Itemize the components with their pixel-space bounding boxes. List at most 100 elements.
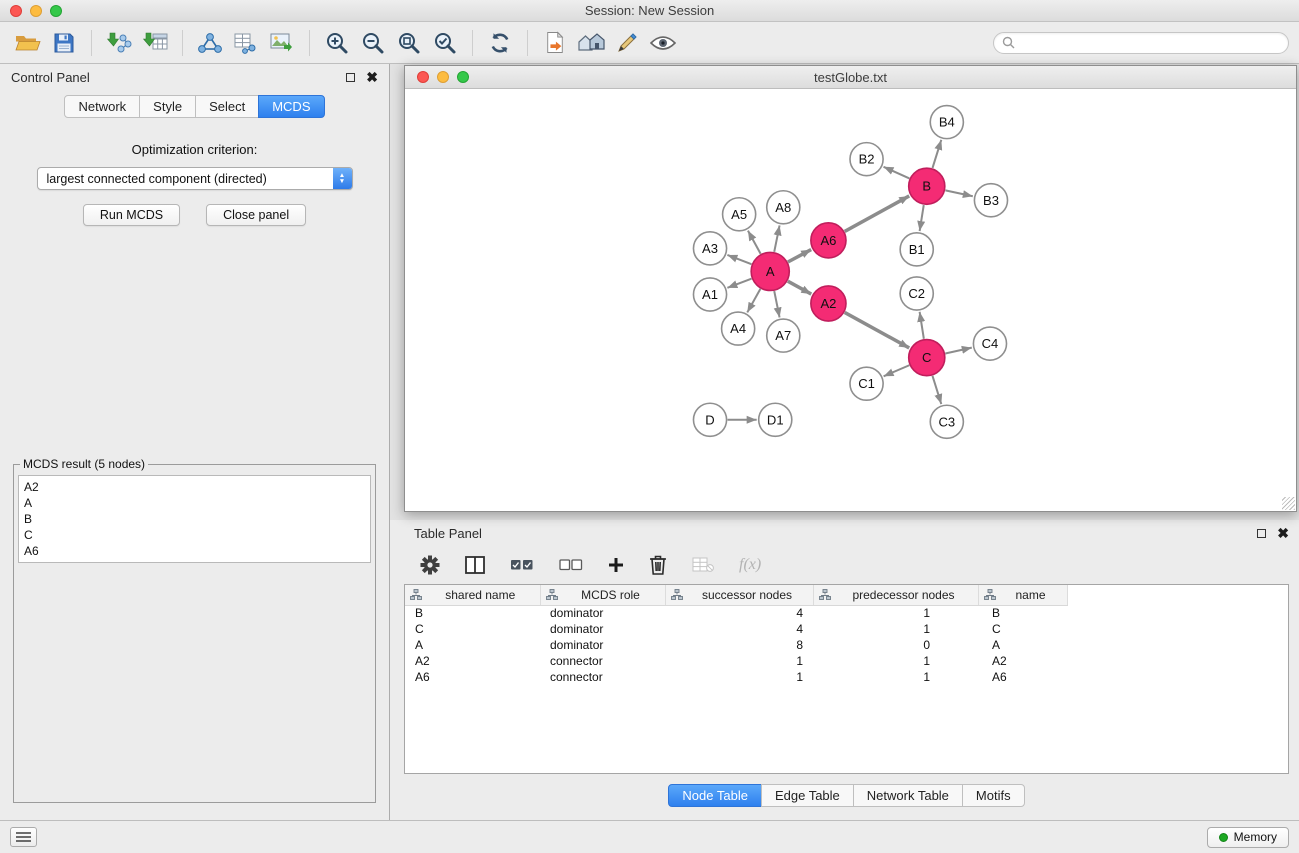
network-node[interactable]: A8 [767, 191, 800, 224]
list-item[interactable]: A6 [24, 543, 365, 559]
minimize-network-window-button[interactable] [437, 71, 449, 83]
network-edge[interactable] [920, 205, 924, 231]
network-node[interactable]: B3 [974, 184, 1007, 217]
network-edge[interactable] [884, 365, 910, 376]
network-edge[interactable] [845, 312, 910, 347]
column-header-mcds-role[interactable]: MCDS role [540, 585, 665, 605]
zoom-network-window-button[interactable] [457, 71, 469, 83]
delete-column-button[interactable] [649, 554, 667, 576]
tab-network[interactable]: Network [64, 95, 140, 118]
network-node[interactable]: C1 [850, 367, 883, 400]
network-node[interactable]: A2 [811, 286, 846, 321]
home-button[interactable] [573, 27, 609, 59]
zoom-in-button[interactable] [319, 27, 355, 59]
network-edge[interactable] [932, 140, 941, 168]
close-panel-button[interactable]: Close panel [206, 204, 306, 226]
network-node[interactable]: A5 [723, 198, 756, 231]
refresh-button[interactable] [482, 27, 518, 59]
search-input[interactable] [1020, 36, 1280, 50]
network-node[interactable]: D [693, 403, 726, 436]
network-node[interactable]: A3 [693, 232, 726, 265]
network-edge[interactable] [945, 190, 972, 196]
open-session-button[interactable] [10, 27, 46, 59]
mcds-result-list[interactable]: A2 A B C A6 [18, 475, 371, 563]
network-node[interactable]: A6 [811, 223, 846, 258]
tab-network-table[interactable]: Network Table [853, 784, 963, 807]
close-window-button[interactable] [10, 5, 22, 17]
zoom-out-button[interactable] [355, 27, 391, 59]
tab-mcds[interactable]: MCDS [258, 95, 324, 118]
show-graphics-details-button[interactable] [645, 27, 681, 59]
column-header-shared-name[interactable]: shared name [405, 585, 540, 605]
create-column-button[interactable] [608, 557, 624, 573]
column-header-successor-nodes[interactable]: successor nodes [665, 585, 813, 605]
memory-button[interactable]: Memory [1207, 827, 1289, 848]
new-network-from-selection-button[interactable] [228, 27, 264, 59]
apply-style-button[interactable] [609, 27, 645, 59]
network-edge[interactable] [788, 281, 811, 294]
network-node[interactable]: A [751, 252, 789, 290]
table-row[interactable]: Bdominator41B [405, 605, 1067, 621]
list-item[interactable]: A2 [24, 479, 365, 495]
import-network-button[interactable] [101, 27, 137, 59]
network-edge[interactable] [932, 376, 941, 404]
table-settings-button[interactable] [420, 555, 440, 575]
list-item[interactable]: B [24, 511, 365, 527]
network-node[interactable]: B2 [850, 143, 883, 176]
column-header-predecessor-nodes[interactable]: predecessor nodes [813, 585, 978, 605]
table-row[interactable]: A2connector11A2 [405, 653, 1067, 669]
deselect-all-button[interactable] [559, 558, 583, 572]
export-image-button[interactable] [264, 27, 300, 59]
network-edge[interactable] [845, 196, 910, 231]
show-panel-list-button[interactable] [10, 827, 37, 847]
float-table-panel-icon[interactable] [1257, 529, 1266, 538]
tab-edge-table[interactable]: Edge Table [761, 784, 854, 807]
first-neighbors-button[interactable] [192, 27, 228, 59]
network-node[interactable]: B4 [930, 106, 963, 139]
minimize-window-button[interactable] [30, 5, 42, 17]
tab-node-table[interactable]: Node Table [668, 784, 762, 807]
table-row[interactable]: A6connector11A6 [405, 669, 1067, 685]
close-table-panel-icon[interactable]: ✖ [1277, 526, 1289, 540]
network-graph[interactable]: AA6A2BCA1A3A4A5A7A8B1B2B3B4C1C2C3C4DD1 [405, 89, 1296, 511]
network-edge[interactable] [884, 167, 910, 179]
close-network-window-button[interactable] [417, 71, 429, 83]
network-edge[interactable] [920, 312, 924, 339]
list-item[interactable]: A [24, 495, 365, 511]
network-edge[interactable] [774, 225, 779, 251]
show-columns-button[interactable] [465, 556, 485, 574]
search-field[interactable] [993, 32, 1289, 54]
network-node[interactable]: A7 [767, 319, 800, 352]
network-node[interactable]: C2 [900, 277, 933, 310]
network-edge[interactable] [748, 231, 761, 254]
network-node[interactable]: C [909, 340, 945, 376]
column-header-name[interactable]: name [978, 585, 1067, 605]
run-mcds-button[interactable]: Run MCDS [83, 204, 180, 226]
save-session-button[interactable] [46, 27, 82, 59]
resize-grip[interactable] [1282, 497, 1295, 510]
network-node[interactable]: D1 [759, 403, 792, 436]
float-panel-icon[interactable] [346, 73, 355, 82]
zoom-fit-button[interactable] [391, 27, 427, 59]
network-edge[interactable] [727, 279, 751, 288]
zoom-selected-button[interactable] [427, 27, 463, 59]
network-edge[interactable] [945, 348, 971, 354]
zoom-window-button[interactable] [50, 5, 62, 17]
network-node[interactable]: C4 [973, 327, 1006, 360]
table-row[interactable]: Adominator80A [405, 637, 1067, 653]
network-node[interactable]: A4 [722, 312, 755, 345]
network-edge[interactable] [727, 255, 751, 264]
tab-motifs[interactable]: Motifs [962, 784, 1025, 807]
network-edge[interactable] [747, 289, 760, 313]
tab-style[interactable]: Style [139, 95, 196, 118]
table-row[interactable]: Cdominator41C [405, 621, 1067, 637]
network-node[interactable]: B [909, 168, 945, 204]
network-edge[interactable] [774, 291, 779, 317]
node-table[interactable]: shared name MCDS role successor nodes pr… [404, 584, 1289, 774]
criterion-dropdown[interactable]: largest connected component (directed) ▲… [37, 167, 353, 190]
import-table-button[interactable] [137, 27, 173, 59]
network-edge[interactable] [788, 250, 811, 262]
close-panel-icon[interactable]: ✖ [366, 70, 378, 84]
network-node[interactable]: C3 [930, 405, 963, 438]
network-node[interactable]: A1 [693, 278, 726, 311]
